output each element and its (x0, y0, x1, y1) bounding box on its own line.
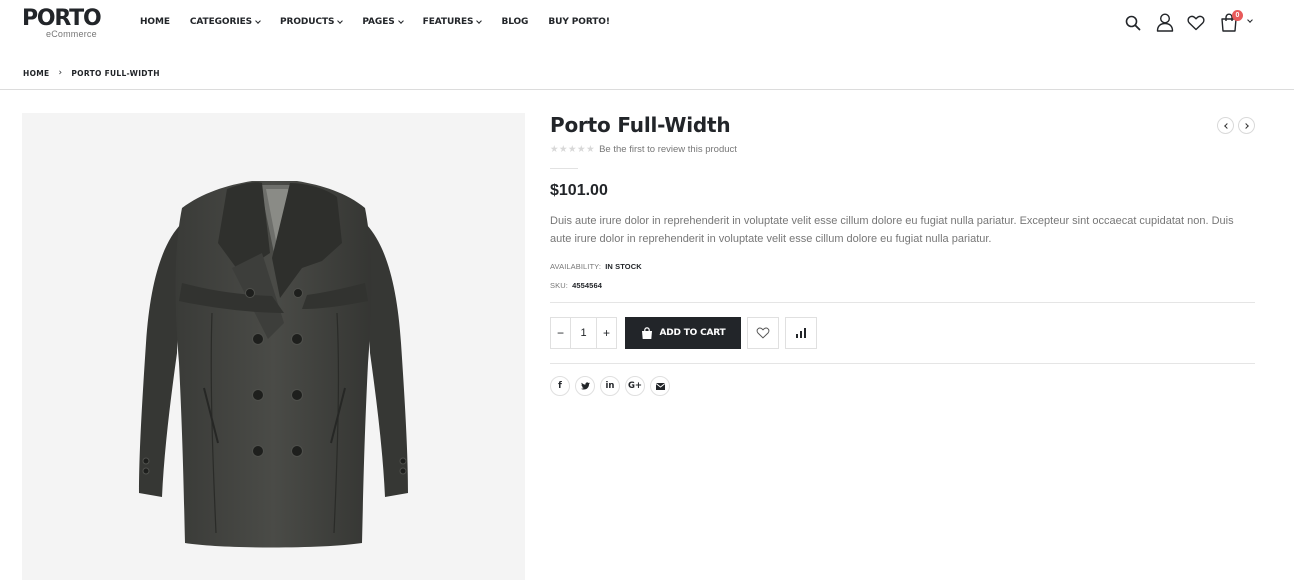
nav-label: FEATURES (422, 17, 474, 27)
star-rating-icon: ★★★★★ (550, 144, 596, 155)
add-to-cart-button[interactable]: ADD TO CART (625, 317, 741, 349)
nav-item-home[interactable]: HOME (140, 17, 170, 27)
prev-product-button[interactable] (1217, 117, 1234, 134)
add-to-wishlist-button[interactable] (747, 317, 779, 349)
chevron-down-icon (255, 17, 261, 24)
qty-input[interactable]: 1 (570, 318, 597, 348)
search-icon[interactable] (1125, 15, 1141, 31)
nav-label: BUY PORTO! (548, 17, 610, 27)
breadcrumb-separator-icon: › (58, 68, 63, 78)
social-share: f in G+ (550, 376, 670, 396)
availability-value: IN STOCK (605, 262, 642, 271)
product-title: Porto Full-Width (550, 113, 731, 137)
user-icon[interactable] (1156, 13, 1174, 32)
nav-item-categories[interactable]: CATEGORIES (189, 17, 261, 27)
product-image[interactable] (22, 113, 525, 580)
main-nav: HOME CATEGORIES PRODUCTS PAGES FEATURES … (140, 17, 630, 27)
qty-plus-button[interactable]: + (597, 318, 616, 348)
nav-item-products[interactable]: PRODUCTS (280, 17, 344, 27)
nav-label: CATEGORIES (189, 17, 252, 27)
availability: AVAILABILITY: IN STOCK (550, 262, 642, 271)
nav-item-blog[interactable]: BLOG (501, 17, 528, 27)
breadcrumb: HOME › PORTO FULL-WIDTH (23, 68, 160, 78)
product-nav (1217, 117, 1255, 134)
chevron-down-icon (476, 17, 483, 24)
google-plus-icon[interactable]: G+ (625, 376, 645, 396)
add-to-compare-button[interactable] (785, 317, 817, 349)
review-link[interactable]: Be the first to review this product (599, 144, 737, 155)
add-to-cart-label: ADD TO CART (659, 328, 726, 338)
divider (550, 168, 578, 169)
coat-image (139, 181, 408, 548)
quantity-stepper: − 1 + (550, 317, 617, 349)
nav-label: HOME (140, 17, 170, 27)
sku-value: 4554564 (572, 281, 602, 290)
nav-item-pages[interactable]: PAGES (362, 17, 404, 27)
product-rating: ★★★★★ Be the first to review this produc… (550, 144, 737, 155)
sku-label: SKU: (550, 281, 568, 290)
nav-label: PRODUCTS (280, 17, 335, 27)
shopping-bag-icon (641, 326, 652, 339)
divider (550, 302, 1255, 303)
chevron-down-icon (337, 17, 344, 24)
cart-count-badge: 0 (1232, 10, 1243, 21)
header-divider (0, 89, 1294, 90)
linkedin-icon[interactable]: in (600, 376, 620, 396)
logo[interactable]: PORTO eCommerce (22, 6, 102, 40)
nav-label: BLOG (501, 17, 529, 27)
chevron-left-icon (1224, 122, 1230, 129)
sku: SKU: 4554564 (550, 281, 602, 290)
chevron-down-icon (397, 17, 404, 24)
breadcrumb-home[interactable]: HOME (23, 69, 49, 78)
nav-label: PAGES (362, 17, 395, 27)
chevron-right-icon (1243, 122, 1249, 129)
twitter-bird-icon (580, 382, 590, 390)
nav-item-buy-porto[interactable]: BUY PORTO! (548, 17, 610, 27)
product-price: $101.00 (550, 182, 608, 199)
heart-icon[interactable] (1187, 15, 1205, 31)
envelope-icon (655, 382, 665, 390)
bar-chart-icon (796, 328, 806, 338)
availability-label: AVAILABILITY: (550, 262, 602, 271)
site-header: PORTO eCommerce HOME CATEGORIES PRODUCTS… (0, 0, 1294, 50)
divider (550, 363, 1255, 364)
twitter-icon[interactable] (575, 376, 595, 396)
heart-icon (756, 327, 770, 339)
email-icon[interactable] (650, 376, 670, 396)
logo-text: PORTO (22, 6, 102, 31)
logo-subtext: eCommerce (46, 29, 97, 39)
chevron-down-icon[interactable] (1247, 17, 1253, 23)
qty-minus-button[interactable]: − (551, 318, 570, 348)
facebook-icon[interactable]: f (550, 376, 570, 396)
product-description: Duis aute irure dolor in reprehenderit i… (550, 215, 1234, 245)
nav-item-features[interactable]: FEATURES (422, 17, 483, 27)
next-product-button[interactable] (1238, 117, 1255, 134)
breadcrumb-current: PORTO FULL-WIDTH (71, 68, 160, 78)
